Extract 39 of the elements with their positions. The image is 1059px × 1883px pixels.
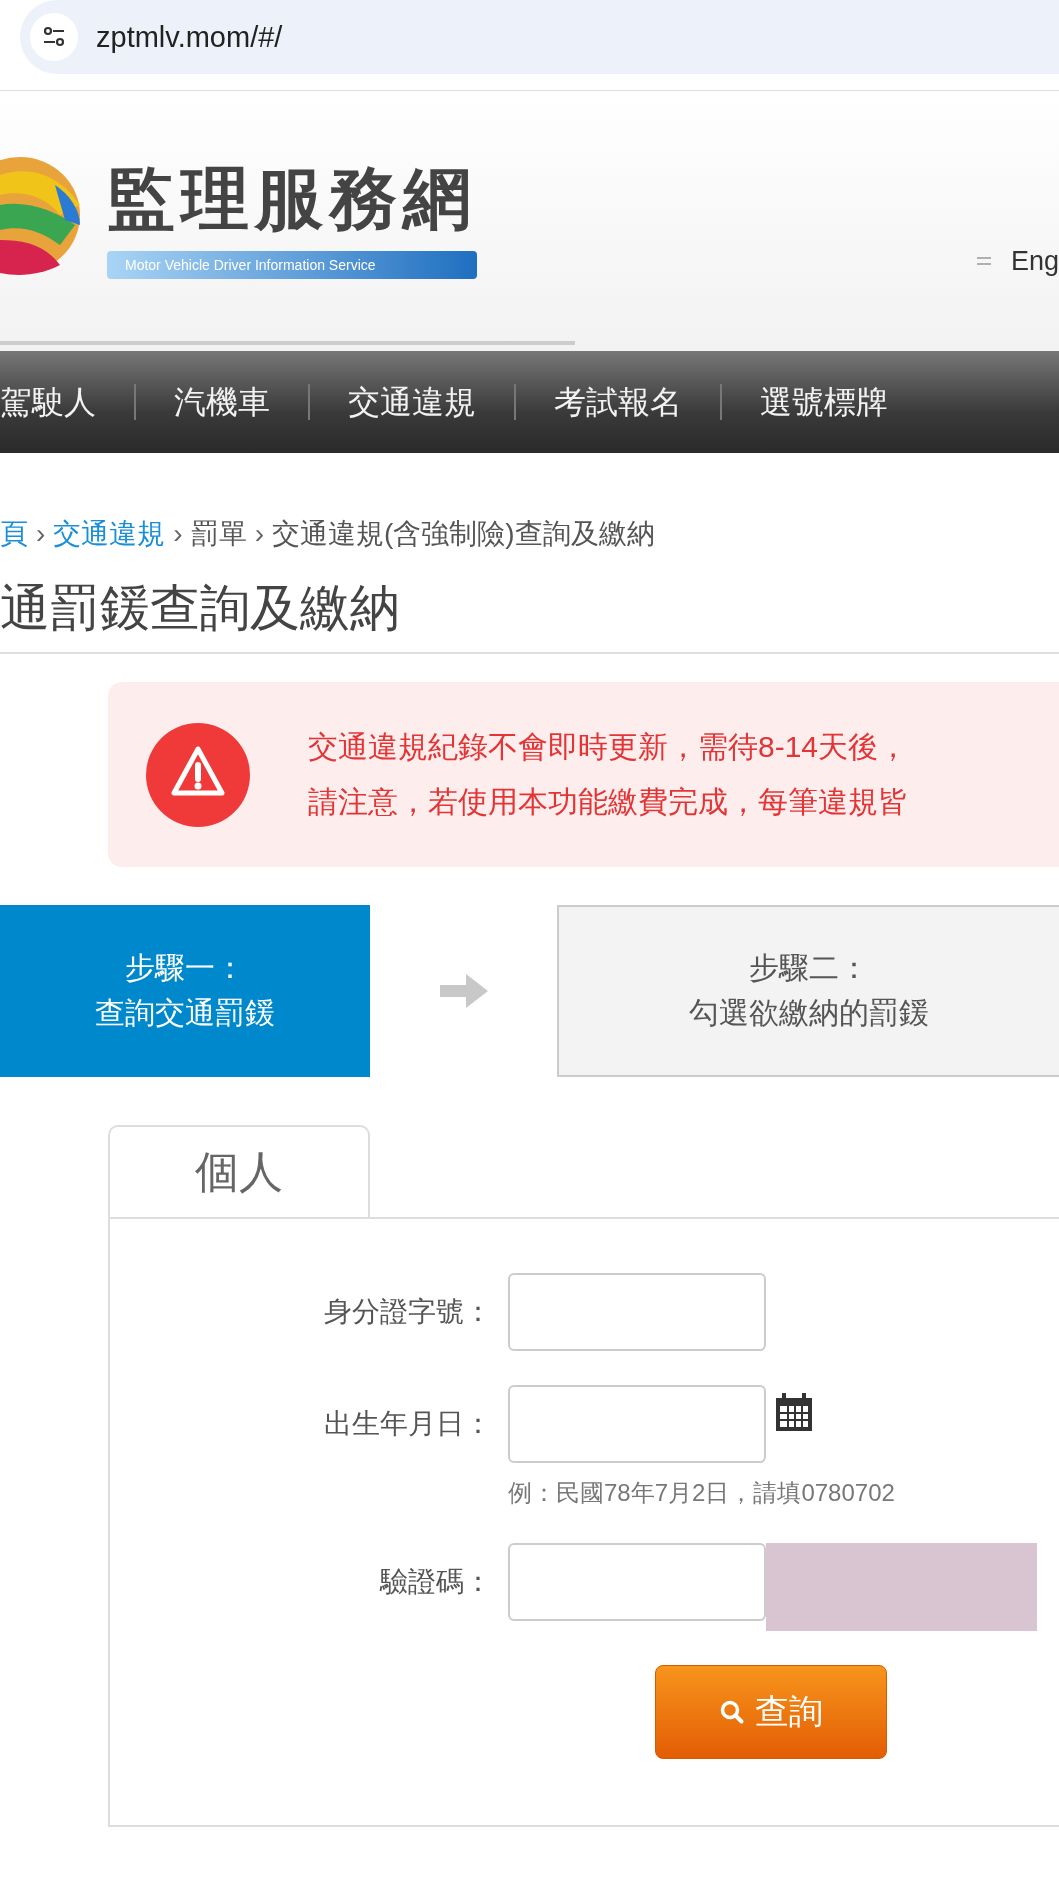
url-text: zptmlv.mom/#/ [96,20,283,54]
field-label: 驗證碼： [378,1565,492,1599]
nav-item[interactable]: 交通違規 [308,384,514,420]
address-bar[interactable]: zptmlv.mom/#/ [20,0,1059,74]
breadcrumb-link[interactable]: 交通違規 [53,515,166,553]
breadcrumb-separator: › [36,518,46,550]
breadcrumb-link[interactable]: 頁 [0,515,28,553]
step-label: 步驟一： [125,950,245,986]
field-label: 出生年月日： [323,1407,492,1441]
breadcrumb-separator: › [254,518,264,550]
input-field[interactable] [508,1273,766,1351]
field-label: 身分證字號： [323,1295,492,1329]
site-info-button[interactable] [30,13,78,61]
page-title: 通罰鍰查詢及繳納 [0,575,1059,654]
logo-subtitle: Motor Vehicle Driver Information Service [107,250,477,279]
calendar-icon[interactable] [774,1393,814,1431]
breadcrumb-separator: › [173,518,183,550]
input-field[interactable] [508,1385,766,1463]
page-path-label: 罰單 [190,517,247,551]
warning-icon [146,722,250,827]
nav-item[interactable]: 考試報名 [514,384,720,420]
arrow-right-icon [439,974,488,1008]
tab[interactable]: 個人 [108,1125,370,1217]
alert-text: 請注意，若使用本功能繳費完成，每筆違規皆 [308,783,909,820]
step-label: 步驟二： [749,950,869,986]
language-link[interactable]: Eng [1010,245,1059,277]
logo-title: 監理服務網 [107,159,477,239]
page-path-label: 交通違規(含強制險)查詢及繳納 [272,517,655,551]
step-description: 勾選欲繳納的罰鍰 [689,995,929,1031]
settings-icon [42,26,66,48]
nav-item[interactable]: 汽機車 [134,384,308,420]
alert-text: 交通違規紀錄不會即時更新，需待8-14天後， [308,728,909,765]
field-hint: 例：民國78年7月2日，請填0780702 [508,1478,895,1508]
nav-item[interactable]: 選號標牌 [720,384,926,420]
input-field[interactable] [508,1543,766,1621]
menu-icon [976,255,991,267]
step-description: 查詢交通罰鍰 [95,995,275,1031]
nav-item[interactable]: 駕駛人 [0,384,134,420]
search-icon [719,1699,745,1725]
